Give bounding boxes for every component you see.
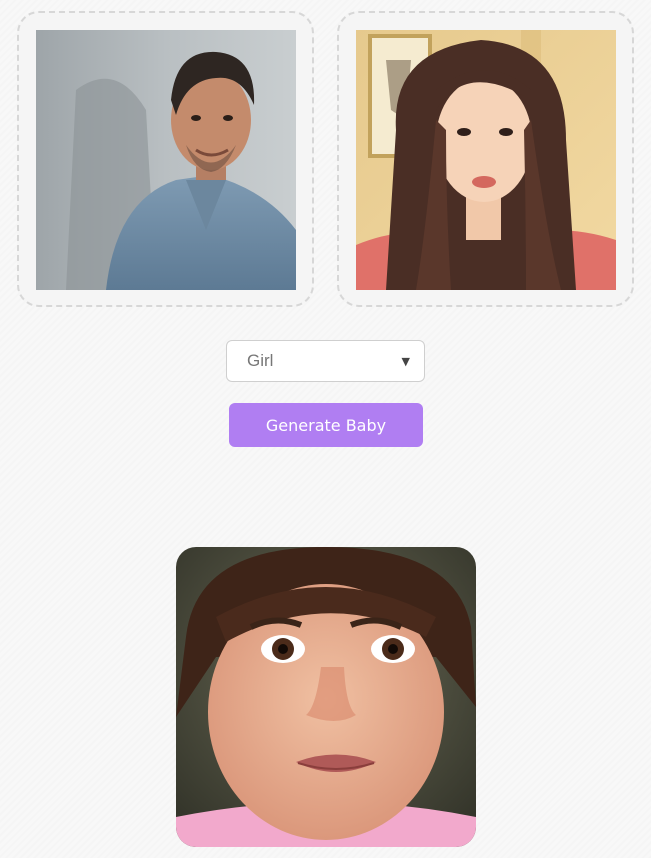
- father-photo: [36, 30, 296, 290]
- generated-baby-image: [176, 547, 476, 847]
- chevron-down-icon: ▼: [401, 354, 410, 368]
- gender-select[interactable]: Girl ▼: [226, 340, 425, 382]
- baby-generator-page: Girl ▼ Generate Baby: [0, 0, 651, 858]
- generate-baby-button[interactable]: Generate Baby: [229, 403, 423, 447]
- mother-photo: [356, 30, 616, 290]
- father-upload-card[interactable]: [17, 11, 314, 307]
- mother-upload-card[interactable]: [337, 11, 634, 307]
- gender-select-value: Girl: [247, 351, 274, 370]
